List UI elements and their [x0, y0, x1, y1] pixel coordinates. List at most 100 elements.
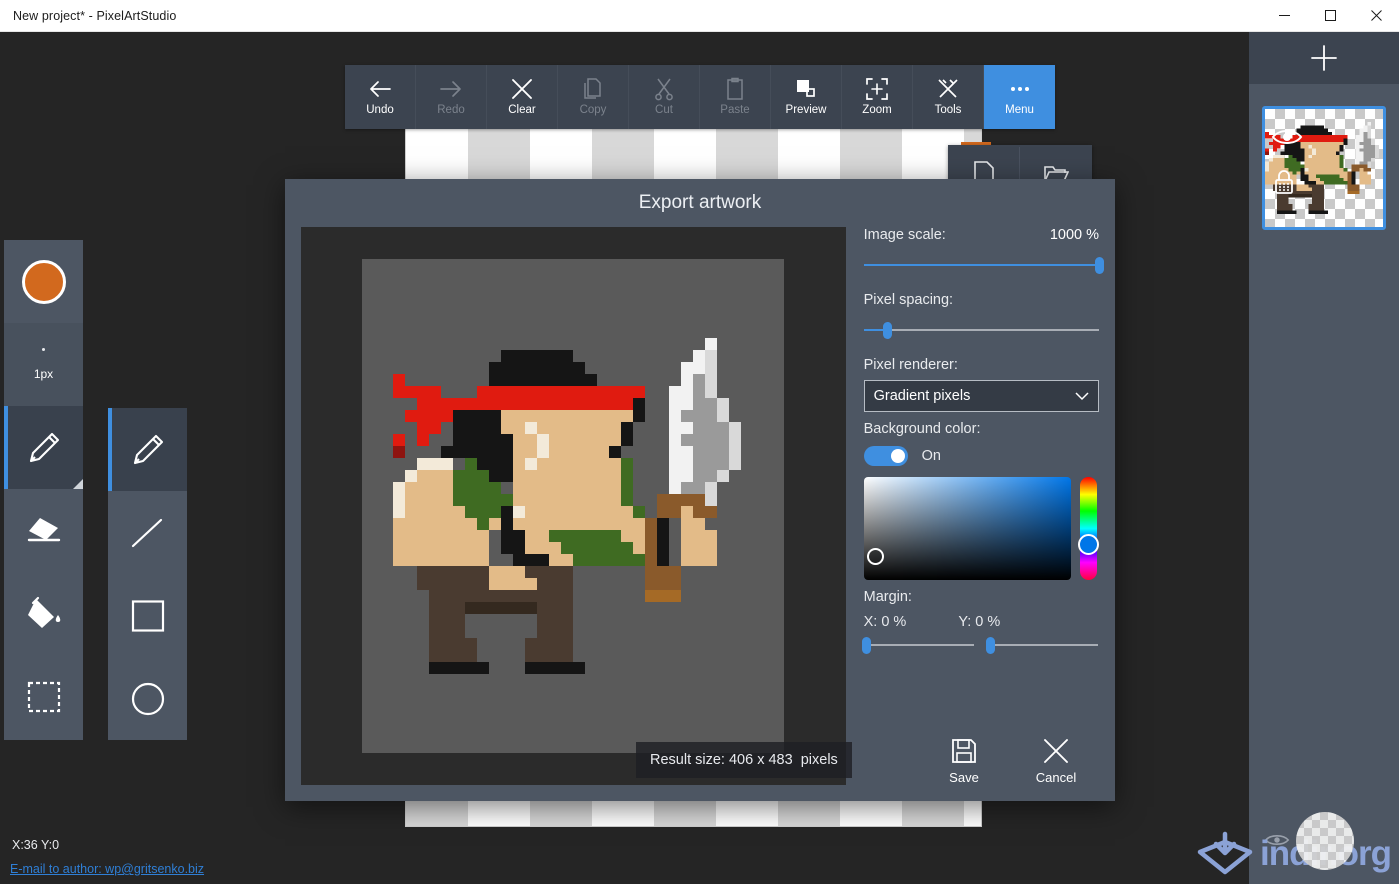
toolbar-tools[interactable]: Tools: [913, 65, 984, 129]
pencil-tool-button[interactable]: [4, 406, 83, 489]
title-bar: New project* - PixelArtStudio: [0, 0, 1399, 32]
status-bar: X:36 Y:0 E-mail to author: wp@gritsenko.…: [0, 820, 1249, 884]
toolbar-tools-label: Tools: [934, 104, 962, 117]
pixel-renderer-value: Gradient pixels: [873, 388, 971, 404]
cancel-button[interactable]: Cancel: [1023, 737, 1089, 785]
dialog-body: Image scale: 1000 % Pixel spacing: Pixel…: [285, 227, 1115, 785]
toolbar-preview-label: Preview: [785, 104, 827, 117]
margin-y-slider[interactable]: [985, 636, 1098, 654]
margin-x-slider[interactable]: [861, 636, 974, 654]
add-layer-button[interactable]: [1249, 32, 1399, 84]
cancel-button-label: Cancel: [1035, 770, 1077, 785]
background-color-label: Background color:: [863, 421, 981, 437]
maximize-icon: [1324, 10, 1336, 21]
image-scale-slider[interactable]: [863, 256, 1104, 274]
toolbar-copy-label: Copy: [579, 104, 607, 117]
eye-toggle-icon[interactable]: [1263, 832, 1291, 848]
ellipse-shape-button[interactable]: [108, 657, 187, 740]
margin-x-label: X: 0 %: [863, 614, 907, 630]
pixel-art-preview: [393, 290, 754, 722]
save-disk-icon: [952, 739, 976, 763]
clipboard-icon: [725, 77, 745, 101]
layers-panel: [1249, 32, 1399, 884]
eraser-tool-button[interactable]: [4, 489, 83, 572]
export-preview-panel: [301, 227, 846, 785]
layer-item-thumbnail[interactable]: [1262, 106, 1386, 230]
hue-slider[interactable]: [1077, 477, 1099, 580]
preview-icon: [794, 77, 818, 101]
tools-sidebar-primary: 1px: [4, 240, 83, 740]
result-size-label: Result size: 406 x 483 pixels: [636, 742, 852, 778]
close-icon: [1370, 10, 1382, 21]
pixel-renderer-label: Pixel renderer:: [863, 357, 958, 373]
brush-size-button[interactable]: 1px: [4, 323, 83, 406]
toolbar-menu[interactable]: Menu: [984, 65, 1055, 129]
color-picker: [863, 477, 1099, 580]
rectangle-shape-button[interactable]: [108, 574, 187, 657]
export-preview-image: [362, 259, 785, 753]
pixel-renderer-select[interactable]: Gradient pixels: [863, 380, 1099, 412]
toolbar-copy[interactable]: Copy: [558, 65, 629, 129]
minimize-button[interactable]: [1261, 0, 1307, 32]
color-circle-icon: [21, 259, 66, 304]
dialog-title: Export artwork: [638, 192, 762, 213]
toolbar-redo[interactable]: Redo: [416, 65, 487, 129]
slider-thumb[interactable]: [883, 322, 893, 339]
dot-icon: [42, 348, 45, 351]
toolbar-paste-label: Paste: [720, 104, 750, 117]
pixel-spacing-slider[interactable]: [863, 321, 1099, 339]
square-icon: [131, 599, 164, 632]
lock-icon[interactable]: [1273, 169, 1295, 195]
arrow-left-icon: [368, 77, 392, 101]
slider-track: [863, 644, 974, 646]
close-x-icon: [1044, 739, 1068, 763]
zoom-fit-icon: [865, 77, 889, 101]
toolbar-cut-label: Cut: [655, 104, 673, 117]
toolbar-undo-label: Undo: [366, 104, 394, 117]
pencil-shape-button[interactable]: [108, 408, 187, 491]
toolbar-preview[interactable]: Preview: [771, 65, 842, 129]
paint-bucket-icon: [27, 596, 60, 628]
hue-cursor-handle[interactable]: [1077, 533, 1099, 555]
saturation-value-box[interactable]: [863, 477, 1071, 580]
eye-visible-icon[interactable]: [1271, 127, 1303, 147]
background-color-toggle-row: On: [863, 446, 1099, 466]
workspace: Undo Redo Clear Copy Cut Paste Preview Z…: [0, 32, 1399, 884]
margin-label: Margin:: [863, 589, 912, 605]
fill-tool-button[interactable]: [4, 572, 83, 655]
slider-thumb[interactable]: [1095, 257, 1104, 274]
line-shape-button[interactable]: [108, 491, 187, 574]
brush-size-label: 1px: [33, 367, 54, 381]
slider-fill: [863, 264, 1099, 266]
export-dialog: Export artwork Image scale: 1000 % Pixel…: [285, 179, 1115, 801]
toggle-knob: [890, 449, 905, 463]
toolbar-undo[interactable]: Undo: [345, 65, 416, 129]
toolbar-clear-label: Clear: [508, 104, 536, 117]
tools-sidebar-shapes: [108, 408, 187, 740]
sv-cursor-handle[interactable]: [866, 548, 884, 565]
save-button-label: Save: [949, 770, 979, 785]
select-tool-button[interactable]: [4, 655, 83, 738]
image-scale-value: 1000 %: [1049, 227, 1099, 243]
close-button[interactable]: [1353, 0, 1399, 32]
toolbar-paste[interactable]: Paste: [700, 65, 771, 129]
eraser-icon: [27, 517, 60, 541]
pixel-spacing-label: Pixel spacing:: [863, 292, 954, 308]
slider-thumb[interactable]: [861, 637, 871, 654]
maximize-button[interactable]: [1307, 0, 1353, 32]
window-title: New project* - PixelArtStudio: [13, 8, 177, 23]
slider-thumb[interactable]: [985, 637, 995, 654]
author-email-link[interactable]: E-mail to author: wp@gritsenko.biz: [10, 862, 204, 876]
toolbar-cut[interactable]: Cut: [629, 65, 700, 129]
cursor-coordinates: X:36 Y:0: [12, 838, 60, 852]
toolbar-zoom[interactable]: Zoom: [842, 65, 913, 129]
save-button[interactable]: Save: [931, 737, 997, 785]
background-color-toggle[interactable]: [863, 446, 908, 466]
toolbar-clear[interactable]: Clear: [487, 65, 558, 129]
ellipsis-icon: [1008, 77, 1032, 101]
minimize-icon: [1278, 15, 1290, 16]
chevron-down-icon: [1075, 391, 1089, 400]
color-swatch-button[interactable]: [4, 240, 83, 323]
toolbar-redo-label: Redo: [437, 104, 465, 117]
pencil-icon: [133, 434, 163, 464]
